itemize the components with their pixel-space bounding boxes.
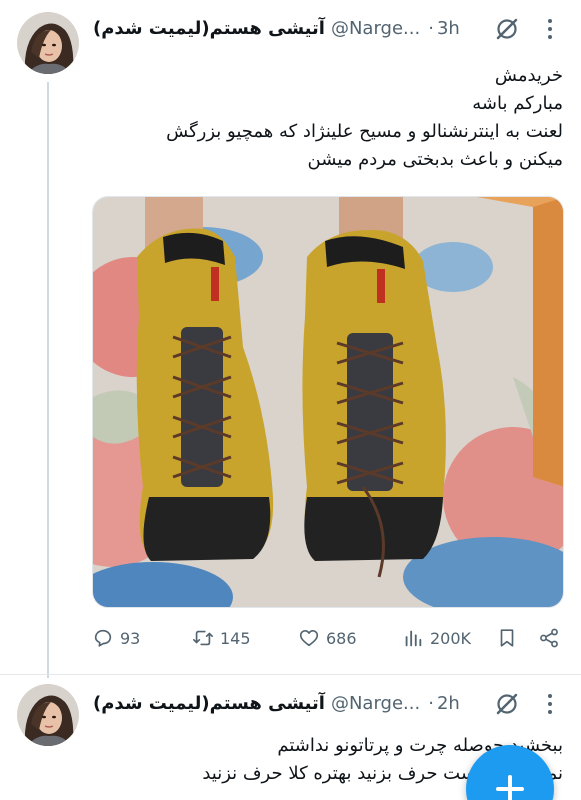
repost-button[interactable]: 145 — [192, 624, 251, 652]
grok-icon[interactable] — [494, 691, 520, 717]
user-handle[interactable]: @Narge... — [331, 18, 420, 39]
reply-count: 93 — [120, 628, 141, 648]
views-icon — [405, 630, 422, 647]
bookmark-icon — [500, 629, 514, 647]
display-name[interactable]: (لیمیت شدم)آتیشی هستم — [93, 18, 325, 39]
boots-photo-image — [93, 197, 563, 607]
more-vertical-icon[interactable] — [538, 692, 562, 716]
thread-connector-line — [47, 82, 49, 678]
tweet-action-bar: 93 145 686 200K — [88, 624, 564, 652]
grok-icon[interactable] — [494, 16, 520, 42]
separator-dot: · — [428, 17, 434, 39]
tweet-divider — [0, 674, 581, 675]
like-count: 686 — [326, 628, 357, 648]
share-icon — [540, 628, 558, 648]
heart-icon — [299, 630, 319, 647]
timestamp[interactable]: 3h — [437, 18, 460, 39]
reply-button[interactable]: 93 — [92, 624, 140, 652]
repost-icon — [193, 630, 213, 646]
tweet-header: (لیمیت شدم)آتیشی هستم @Narge... · 3h — [93, 13, 460, 43]
reply-icon — [94, 629, 112, 647]
share-button[interactable] — [538, 624, 560, 652]
timestamp[interactable]: 2h — [437, 693, 460, 714]
views-button[interactable]: 200K — [402, 624, 471, 652]
display-name[interactable]: (لیمیت شدم)آتیشی هستم — [93, 693, 325, 714]
avatar[interactable] — [17, 12, 79, 74]
separator-dot: · — [428, 692, 434, 714]
views-count: 200K — [430, 628, 472, 648]
more-vertical-icon[interactable] — [538, 17, 562, 41]
avatar[interactable] — [17, 684, 79, 746]
repost-count: 145 — [220, 628, 251, 648]
bookmark-button[interactable] — [496, 624, 518, 652]
tweet-text: خریدمش مبارکم باشه لعنت به اینترنشنالو و… — [166, 65, 563, 170]
tweet-header: (لیمیت شدم)آتیشی هستم @Narge... · 2h — [93, 688, 460, 718]
like-button[interactable]: 686 — [298, 624, 357, 652]
user-handle[interactable]: @Narge... — [331, 693, 420, 714]
tweet-photo[interactable] — [92, 196, 564, 608]
